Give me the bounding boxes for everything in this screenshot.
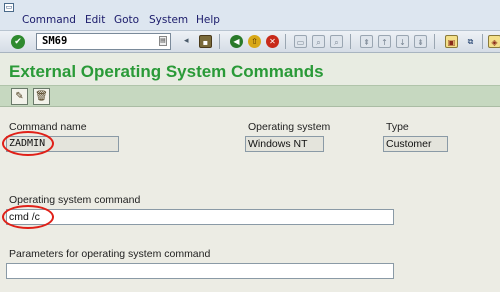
toolbar-separator <box>285 34 286 49</box>
exit-icon[interactable]: ⇧ <box>248 35 261 48</box>
first-page-icon[interactable]: ⇞ <box>360 35 373 48</box>
highlight-ellipse <box>2 205 54 229</box>
system-menu-icon[interactable]: ▭ <box>4 3 14 12</box>
find-next-icon[interactable]: ⌕ <box>330 35 343 48</box>
toolbar-separator <box>219 34 220 49</box>
menu-system[interactable]: System <box>149 14 188 26</box>
back-icon[interactable]: ◀ <box>230 35 243 48</box>
toolbar-separator <box>482 34 483 49</box>
type-value: Customer <box>386 138 432 150</box>
operating-system-label: Operating system <box>248 121 331 133</box>
command-history-icon[interactable]: ▤ <box>159 36 167 46</box>
toolbar-separator <box>434 34 435 49</box>
type-label: Type <box>386 121 409 133</box>
previous-page-icon[interactable]: ↑ <box>378 35 391 48</box>
shortcut-icon[interactable]: ⧉ <box>464 35 477 48</box>
menu-command[interactable]: Command <box>22 14 76 26</box>
print-icon[interactable]: ▭ <box>294 35 307 48</box>
enter-icon[interactable]: ✔ <box>11 35 25 49</box>
parameters-input[interactable] <box>6 263 394 279</box>
parameters-label: Parameters for operating system command <box>9 248 211 260</box>
command-field-toggle-icon[interactable]: ◂ <box>184 36 189 46</box>
save-icon[interactable]: ▪ <box>199 35 212 48</box>
menu-help[interactable]: Help <box>196 14 220 26</box>
edit-pencil-icon[interactable]: ✎ <box>11 88 28 105</box>
page-title: External Operating System Commands <box>9 62 324 81</box>
application-toolbar <box>0 85 500 107</box>
customize-layout-icon[interactable]: ◈ <box>488 35 500 48</box>
create-session-icon[interactable]: ▣ <box>445 35 458 48</box>
operating-system-value: Windows NT <box>248 138 308 150</box>
highlight-ellipse <box>2 131 54 156</box>
menu-edit[interactable]: Edit <box>85 14 105 26</box>
next-page-icon[interactable]: ↓ <box>396 35 409 48</box>
os-command-input[interactable] <box>6 209 394 225</box>
find-icon[interactable]: ⌕ <box>312 35 325 48</box>
toolbar-separator <box>350 34 351 49</box>
last-page-icon[interactable]: ⇟ <box>414 35 427 48</box>
command-field-value: SM69 <box>42 35 68 47</box>
menu-goto[interactable]: Goto <box>114 14 139 26</box>
delete-trash-icon[interactable]: 🗑 <box>33 88 50 105</box>
cancel-icon[interactable]: ✕ <box>266 35 279 48</box>
